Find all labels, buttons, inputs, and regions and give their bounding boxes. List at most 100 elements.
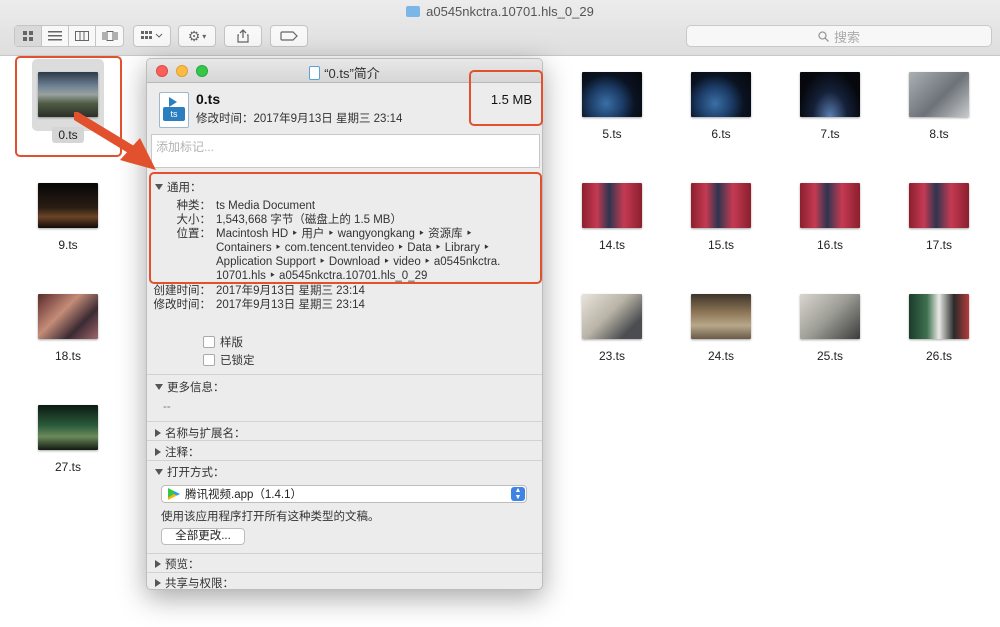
divider <box>147 421 542 422</box>
cover-flow-icon[interactable] <box>96 26 123 46</box>
file-item-25[interactable]: 25.ts <box>780 294 880 363</box>
ts-file-icon <box>309 66 321 80</box>
file-thumbnail <box>582 72 642 117</box>
file-thumbnail <box>909 183 969 228</box>
play-icon <box>169 97 177 107</box>
search-input[interactable]: 搜索 <box>686 25 992 47</box>
file-name: 16.ts <box>816 238 843 252</box>
file-name: 26.ts <box>925 349 952 363</box>
tags-button[interactable] <box>270 25 308 47</box>
tencent-video-app-icon <box>168 488 180 500</box>
file-name: 25.ts <box>816 349 843 363</box>
stationery-checkbox[interactable]: 样版 <box>203 334 243 350</box>
file-thumbnail <box>38 183 98 228</box>
file-thumbnail <box>909 72 969 117</box>
file-thumbnail <box>38 294 98 339</box>
file-item-17[interactable]: 17.ts <box>889 183 989 252</box>
group-icon <box>141 31 163 39</box>
file-name: 9.ts <box>58 238 78 252</box>
file-item-16[interactable]: 16.ts <box>780 183 880 252</box>
locked-checkbox[interactable]: 已锁定 <box>203 352 255 368</box>
file-name: 23.ts <box>598 349 625 363</box>
search-icon <box>818 30 829 42</box>
file-name: 14.ts <box>598 238 625 252</box>
get-info-window: “0.ts”简介 ts 0.ts 修改时间：2017年9月13日 星期三 23:… <box>146 58 543 590</box>
file-name: 7.ts <box>820 127 840 141</box>
comments-section-toggle[interactable]: 注释： <box>155 444 200 460</box>
annotation-box-general <box>149 172 542 284</box>
divider <box>147 374 542 375</box>
divider <box>147 440 542 441</box>
gear-icon: ⚙ <box>187 27 201 44</box>
disclosure-down-icon <box>155 384 163 390</box>
file-item-24[interactable]: 24.ts <box>671 294 771 363</box>
more-info-value: -- <box>163 401 171 413</box>
file-item-15[interactable]: 15.ts <box>671 183 771 252</box>
file-item-9[interactable]: 9.ts <box>18 183 118 252</box>
file-item-8[interactable]: 8.ts <box>889 72 989 141</box>
name-extension-section-toggle[interactable]: 名称与扩展名： <box>155 425 246 441</box>
file-thumbnail <box>38 405 98 450</box>
info-file-name: 0.ts <box>196 91 221 107</box>
disclosure-right-icon <box>155 429 161 437</box>
open-with-section-toggle[interactable]: 打开方式： <box>155 464 225 480</box>
change-all-button[interactable]: 全部更改... <box>161 528 245 545</box>
file-thumbnail <box>582 294 642 339</box>
action-button[interactable]: ⚙ ▾ <box>178 25 216 47</box>
file-item-27[interactable]: 27.ts <box>18 405 118 474</box>
column-view-icon[interactable] <box>69 26 96 46</box>
select-arrows-icon: ▲ ▼ <box>511 487 525 501</box>
file-item-26[interactable]: 26.ts <box>889 294 989 363</box>
file-name: 18.ts <box>54 349 81 363</box>
chevron-down-icon: ▾ <box>202 31 207 41</box>
share-button[interactable] <box>224 25 262 47</box>
file-item-23[interactable]: 23.ts <box>562 294 662 363</box>
file-name: 15.ts <box>707 238 734 252</box>
file-thumbnail <box>800 72 860 117</box>
file-item-14[interactable]: 14.ts <box>562 183 662 252</box>
file-name: 8.ts <box>929 127 949 141</box>
annotation-box-size <box>469 70 543 126</box>
file-thumbnail <box>909 294 969 339</box>
ts-document-icon: ts <box>159 92 189 128</box>
tag-icon <box>280 31 298 41</box>
file-item-6[interactable]: 6.ts <box>671 72 771 141</box>
file-thumbnail <box>800 183 860 228</box>
sharing-permissions-section-toggle[interactable]: 共享与权限： <box>155 575 234 589</box>
file-name: 17.ts <box>925 238 952 252</box>
disclosure-right-icon <box>155 448 161 456</box>
file-item-5[interactable]: 5.ts <box>562 72 662 141</box>
info-modified-line: 修改时间：2017年9月13日 星期三 23:14 <box>196 113 403 125</box>
file-thumbnail <box>691 294 751 339</box>
disclosure-down-icon <box>155 469 163 475</box>
file-item-7[interactable]: 7.ts <box>780 72 880 141</box>
preview-section-toggle[interactable]: 预览： <box>155 556 200 572</box>
open-with-hint: 使用该应用程序打开所有这种类型的文稿。 <box>161 511 380 523</box>
finder-window-title: a0545nkctra.10701.hls_0_29 <box>0 4 1000 19</box>
file-name: 6.ts <box>711 127 731 141</box>
icon-view-icon[interactable] <box>15 26 42 46</box>
tags-input[interactable]: 添加标记... <box>151 134 540 168</box>
annotation-arrow-icon <box>74 112 156 170</box>
finder-toolbar: a0545nkctra.10701.hls_0_29 ⚙ ▾ 搜索 <box>0 0 1000 56</box>
file-thumbnail <box>582 183 642 228</box>
list-view-icon[interactable] <box>42 26 69 46</box>
folder-icon <box>406 6 421 17</box>
modified-row: 修改时间： 2017年9月13日 星期三 23:14 <box>153 299 365 311</box>
divider <box>147 572 542 573</box>
file-item-18[interactable]: 18.ts <box>18 294 118 363</box>
created-row: 创建时间： 2017年9月13日 星期三 23:14 <box>153 285 365 297</box>
more-info-section-toggle[interactable]: 更多信息： <box>155 379 225 395</box>
file-thumbnail <box>800 294 860 339</box>
divider <box>147 553 542 554</box>
file-thumbnail <box>691 183 751 228</box>
divider <box>147 460 542 461</box>
file-name: 27.ts <box>54 460 81 474</box>
open-with-app-select[interactable]: 腾讯视频.app（1.4.1） ▲ ▼ <box>161 485 527 503</box>
group-button[interactable] <box>133 25 171 47</box>
file-name: 5.ts <box>602 127 622 141</box>
share-icon <box>237 29 249 43</box>
file-thumbnail <box>691 72 751 117</box>
disclosure-right-icon <box>155 560 161 568</box>
view-mode-segment <box>14 25 124 47</box>
